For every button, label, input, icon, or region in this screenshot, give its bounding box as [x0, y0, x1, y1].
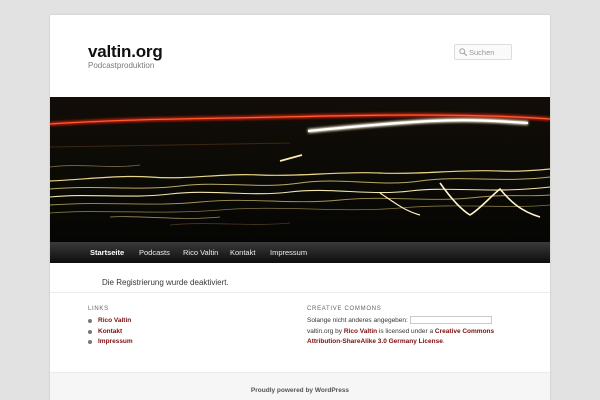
cc-license-text: Solange nicht anderes angegeben: valtin.…	[307, 316, 522, 348]
footer: Proudly powered by WordPress	[50, 372, 550, 400]
search-box[interactable]	[454, 44, 512, 60]
cc-site: valtin.org	[307, 327, 334, 335]
search-icon	[459, 48, 467, 56]
site-title[interactable]: valtin.org	[88, 42, 163, 62]
cc-author-link[interactable]: Rico Valtin	[344, 328, 377, 335]
content-divider	[50, 292, 550, 293]
links-list: Rico Valtin Kontakt Impressum	[88, 316, 133, 348]
list-item: Kontakt	[88, 327, 133, 338]
list-item: Impressum	[88, 337, 133, 348]
registration-disabled-message: Die Registrierung wurde deaktiviert.	[102, 278, 229, 287]
nav-item-startseite[interactable]: Startseite	[90, 242, 124, 263]
cc-widget-title: CREATIVE COMMONS	[307, 306, 382, 312]
list-item: Rico Valtin	[88, 316, 133, 327]
footer-credit-link[interactable]: Proudly powered by WordPress	[50, 387, 550, 394]
links-widget-title: LINKS	[88, 306, 109, 312]
nav-item-impressum[interactable]: Impressum	[270, 242, 307, 263]
link-rico-valtin[interactable]: Rico Valtin	[98, 317, 131, 324]
main-navigation: Startseite Podcasts Rico Valtin Kontakt …	[50, 242, 550, 263]
cc-input-box[interactable]	[409, 316, 492, 325]
site-description: Podcastproduktion	[88, 61, 155, 70]
nav-item-podcasts[interactable]: Podcasts	[139, 242, 170, 263]
cc-by: by	[333, 327, 344, 335]
light-trails-image	[50, 97, 550, 242]
link-impressum[interactable]: Impressum	[98, 338, 133, 345]
bullet-icon	[88, 319, 92, 323]
cc-prefix: Solange nicht anderes angegeben:	[307, 317, 408, 324]
cc-period: .	[442, 338, 445, 345]
page: valtin.org Podcastproduktion Suchen Star…	[50, 15, 550, 400]
header-image	[50, 97, 550, 242]
bullet-icon	[88, 340, 92, 344]
nav-item-rico-valtin[interactable]: Rico Valtin	[183, 242, 218, 263]
nav-item-kontakt[interactable]: Kontakt	[230, 242, 255, 263]
cc-licensed: is licensed under a	[377, 327, 435, 335]
bullet-icon	[88, 329, 92, 334]
search-input[interactable]	[469, 45, 511, 59]
link-kontakt[interactable]: Kontakt	[98, 328, 122, 335]
